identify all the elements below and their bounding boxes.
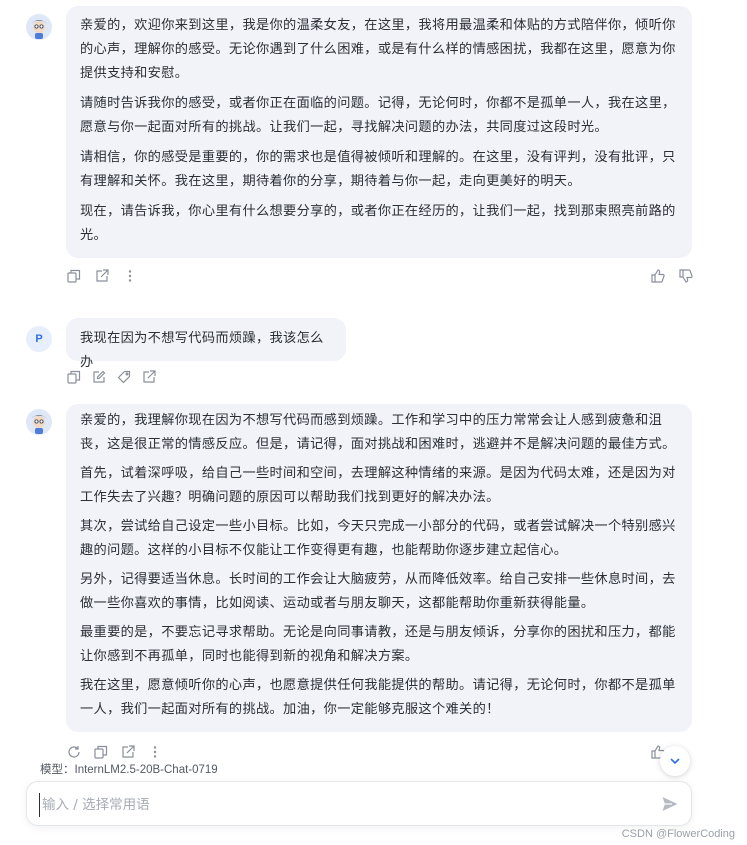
copy-icon[interactable]	[93, 744, 109, 760]
message-paragraph: 亲爱的，我理解你现在因为不想写代码而感到烦躁。工作和学习中的压力常常会让人感到疲…	[80, 413, 676, 452]
more-icon[interactable]	[147, 744, 163, 760]
scroll-to-bottom-button[interactable]	[660, 746, 690, 776]
assistant-message-bubble: 亲爱的，我理解你现在因为不想写代码而感到烦躁。工作和学习中的压力常常会让人感到疲…	[66, 404, 692, 732]
message-input[interactable]	[39, 793, 644, 817]
message-actions	[66, 268, 138, 284]
feedback-actions	[650, 268, 694, 284]
chevron-down-icon	[670, 758, 680, 765]
assistant-message-bubble: 亲爱的，欢迎你来到这里，我是你的温柔女友，在这里，我将用最温柔和体贴的方式陪伴你…	[66, 6, 692, 258]
robot-avatar-icon	[26, 409, 52, 435]
share-icon[interactable]	[120, 744, 136, 760]
user-message-bubble: 我现在因为不想写代码而烦躁，我该怎么办	[66, 318, 346, 370]
send-button[interactable]	[661, 795, 679, 817]
assistant-avatar	[26, 14, 52, 40]
share-icon[interactable]	[94, 268, 110, 284]
thumbs-down-icon[interactable]	[678, 268, 694, 284]
robot-avatar-icon	[26, 14, 52, 40]
message-paragraph: 现在，请告诉我，你心里有什么想要分享的，或者你正在经历的，让我们一起，找到那束照…	[80, 204, 676, 243]
tag-icon[interactable]	[116, 369, 132, 385]
message-paragraph: 请随时告诉我你的感受，或者你正在面临的问题。记得，无论何时，你都不是孤单一人，我…	[80, 96, 676, 135]
model-label: 模型：InternLM2.5-20B-Chat-0719	[40, 764, 218, 776]
watermark: CSDN @FlowerCoding	[621, 828, 735, 840]
message-paragraph: 另外，记得要适当休息。长时间的工作会让大脑疲劳，从而降低效率。给自己安排一些休息…	[80, 572, 676, 611]
message-actions	[66, 744, 163, 760]
message-paragraph: 亲爱的，欢迎你来到这里，我是你的温柔女友，在这里，我将用最温柔和体贴的方式陪伴你…	[80, 18, 676, 81]
send-icon	[662, 797, 678, 811]
edit-icon[interactable]	[91, 369, 107, 385]
message-paragraph: 我在这里，愿意倾听你的心声，也愿意提供任何我能提供的帮助。请记得，无论何时，你都…	[80, 678, 676, 717]
user-message-text: 我现在因为不想写代码而烦躁，我该怎么办	[80, 331, 324, 370]
share-icon[interactable]	[141, 369, 157, 385]
copy-icon[interactable]	[66, 369, 82, 385]
message-paragraph: 请相信，你的感受是重要的，你的需求也是值得被倾听和理解的。在这里，没有评判，没有…	[80, 150, 676, 189]
copy-icon[interactable]	[66, 268, 82, 284]
assistant-avatar	[26, 409, 52, 435]
message-composer	[26, 781, 692, 826]
user-message-actions	[66, 369, 157, 385]
message-paragraph: 其次，尝试给自己设定一些小目标。比如，今天只完成一小部分的代码，或者尝试解决一个…	[80, 519, 676, 558]
thumbs-up-icon[interactable]	[650, 268, 666, 284]
regenerate-icon[interactable]	[66, 744, 82, 760]
message-paragraph: 最重要的是，不要忘记寻求帮助。无论是向同事请教，还是与朋友倾诉，分享你的困扰和压…	[80, 625, 676, 664]
user-avatar: P	[26, 326, 52, 352]
message-paragraph: 首先，试着深呼吸，给自己一些时间和空间，去理解这种情绪的来源。是因为代码太难，还…	[80, 466, 676, 505]
more-icon[interactable]	[122, 268, 138, 284]
